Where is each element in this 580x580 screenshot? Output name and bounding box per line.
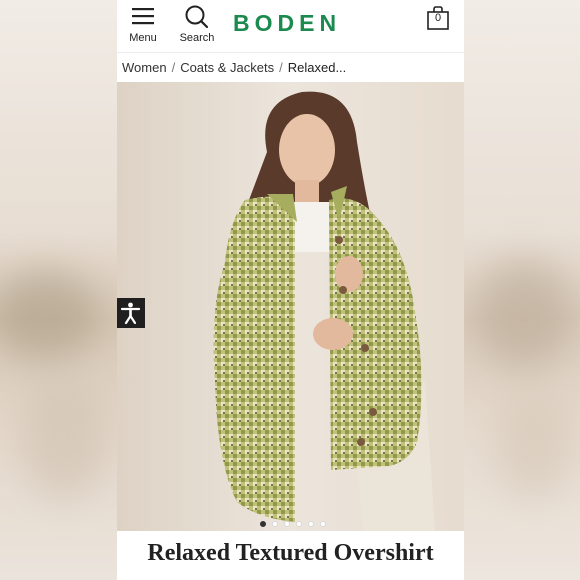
breadcrumb-separator: / xyxy=(171,60,176,75)
product-image-carousel[interactable] xyxy=(117,82,464,531)
accessibility-button[interactable] xyxy=(117,298,145,328)
breadcrumb-separator: / xyxy=(279,60,283,75)
product-photo xyxy=(117,82,464,531)
menu-button[interactable]: Menu xyxy=(121,4,165,48)
carousel-dot[interactable] xyxy=(296,521,302,527)
carousel-dot[interactable] xyxy=(320,521,326,527)
product-title: Relaxed Textured Overshirt xyxy=(147,540,434,566)
shopping-bag-button[interactable]: 0 xyxy=(423,4,453,34)
breadcrumb-coats-jackets[interactable]: Coats & Jackets xyxy=(180,60,274,75)
carousel-dot[interactable] xyxy=(272,521,278,527)
menu-label: Menu xyxy=(129,32,157,44)
search-label: Search xyxy=(179,32,215,44)
carousel-dot[interactable] xyxy=(308,521,314,527)
breadcrumb-women[interactable]: Women xyxy=(122,60,167,75)
accessibility-icon xyxy=(120,302,141,325)
mobile-page: Menu Search BODEN 0 Women / Coats & Jacket… xyxy=(117,0,464,580)
brand-logo[interactable]: BODEN xyxy=(233,10,341,37)
blurred-backdrop-left xyxy=(0,0,117,580)
breadcrumb-current: Relaxed... xyxy=(287,60,347,75)
carousel-dot[interactable] xyxy=(260,521,266,527)
search-button[interactable]: Search xyxy=(175,4,219,48)
breadcrumb: Women / Coats & Jackets / Relaxed... xyxy=(117,52,464,83)
site-header: Menu Search BODEN 0 xyxy=(117,0,464,52)
carousel-pagination xyxy=(260,514,332,527)
bag-count: 0 xyxy=(434,12,442,24)
hamburger-menu-icon xyxy=(132,8,154,25)
blurred-backdrop-right xyxy=(464,0,580,580)
carousel-dot[interactable] xyxy=(284,521,290,527)
search-icon xyxy=(185,5,209,29)
